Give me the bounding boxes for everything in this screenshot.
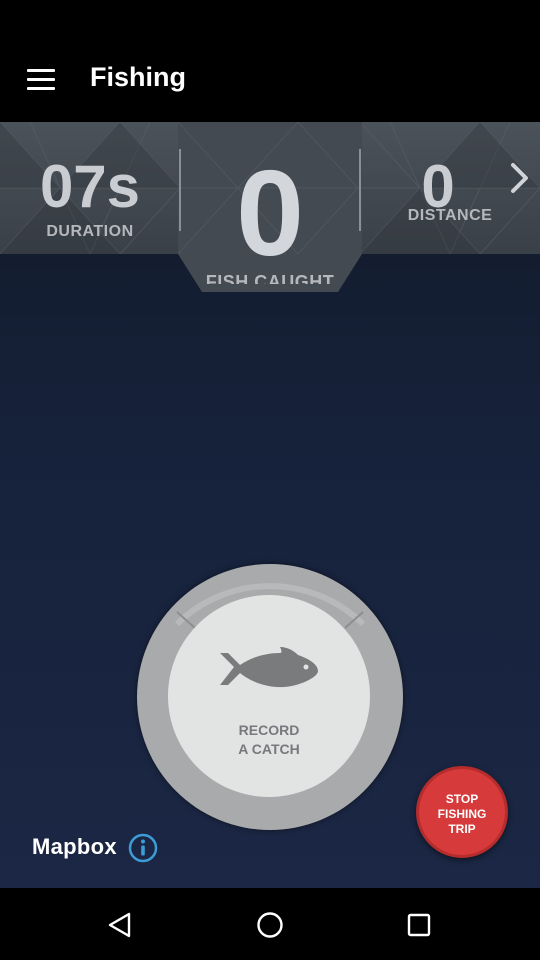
status-bar (0, 0, 540, 38)
recent-square-icon[interactable] (407, 913, 431, 937)
map-view[interactable]: 07s DURATION 0 FISH CAUGHT 0 DISTANCE RE… (0, 122, 540, 888)
mapbox-logo: Mapbox (32, 834, 117, 859)
record-catch-label: RECORD A CATCH (238, 722, 300, 757)
stop-fishing-trip-label: STOP FISHING TRIP (437, 792, 487, 836)
chevron-right-icon[interactable] (508, 162, 532, 194)
distance-label: DISTANCE (407, 207, 493, 224)
fish-caught-label: FISH CAUGHT (205, 272, 335, 284)
record-catch-dial: RECORD A CATCH (137, 564, 403, 830)
record-catch-button[interactable]: RECORD A CATCH (168, 595, 370, 797)
duration-label: DURATION (46, 223, 134, 240)
fish-caught-value: 0 (236, 145, 304, 281)
fish-icon (220, 647, 318, 688)
page-title: Fishing (90, 62, 186, 92)
info-icon[interactable] (128, 833, 158, 863)
hamburger-menu-icon[interactable] (27, 69, 55, 91)
app-bar: Fishing (0, 38, 540, 122)
home-circle-icon[interactable] (256, 911, 284, 939)
back-triangle-icon[interactable] (107, 912, 133, 938)
stop-fishing-trip-button[interactable]: STOP FISHING TRIP (416, 766, 508, 858)
duration-value: 07s (39, 153, 141, 220)
system-nav-bar (0, 888, 540, 960)
